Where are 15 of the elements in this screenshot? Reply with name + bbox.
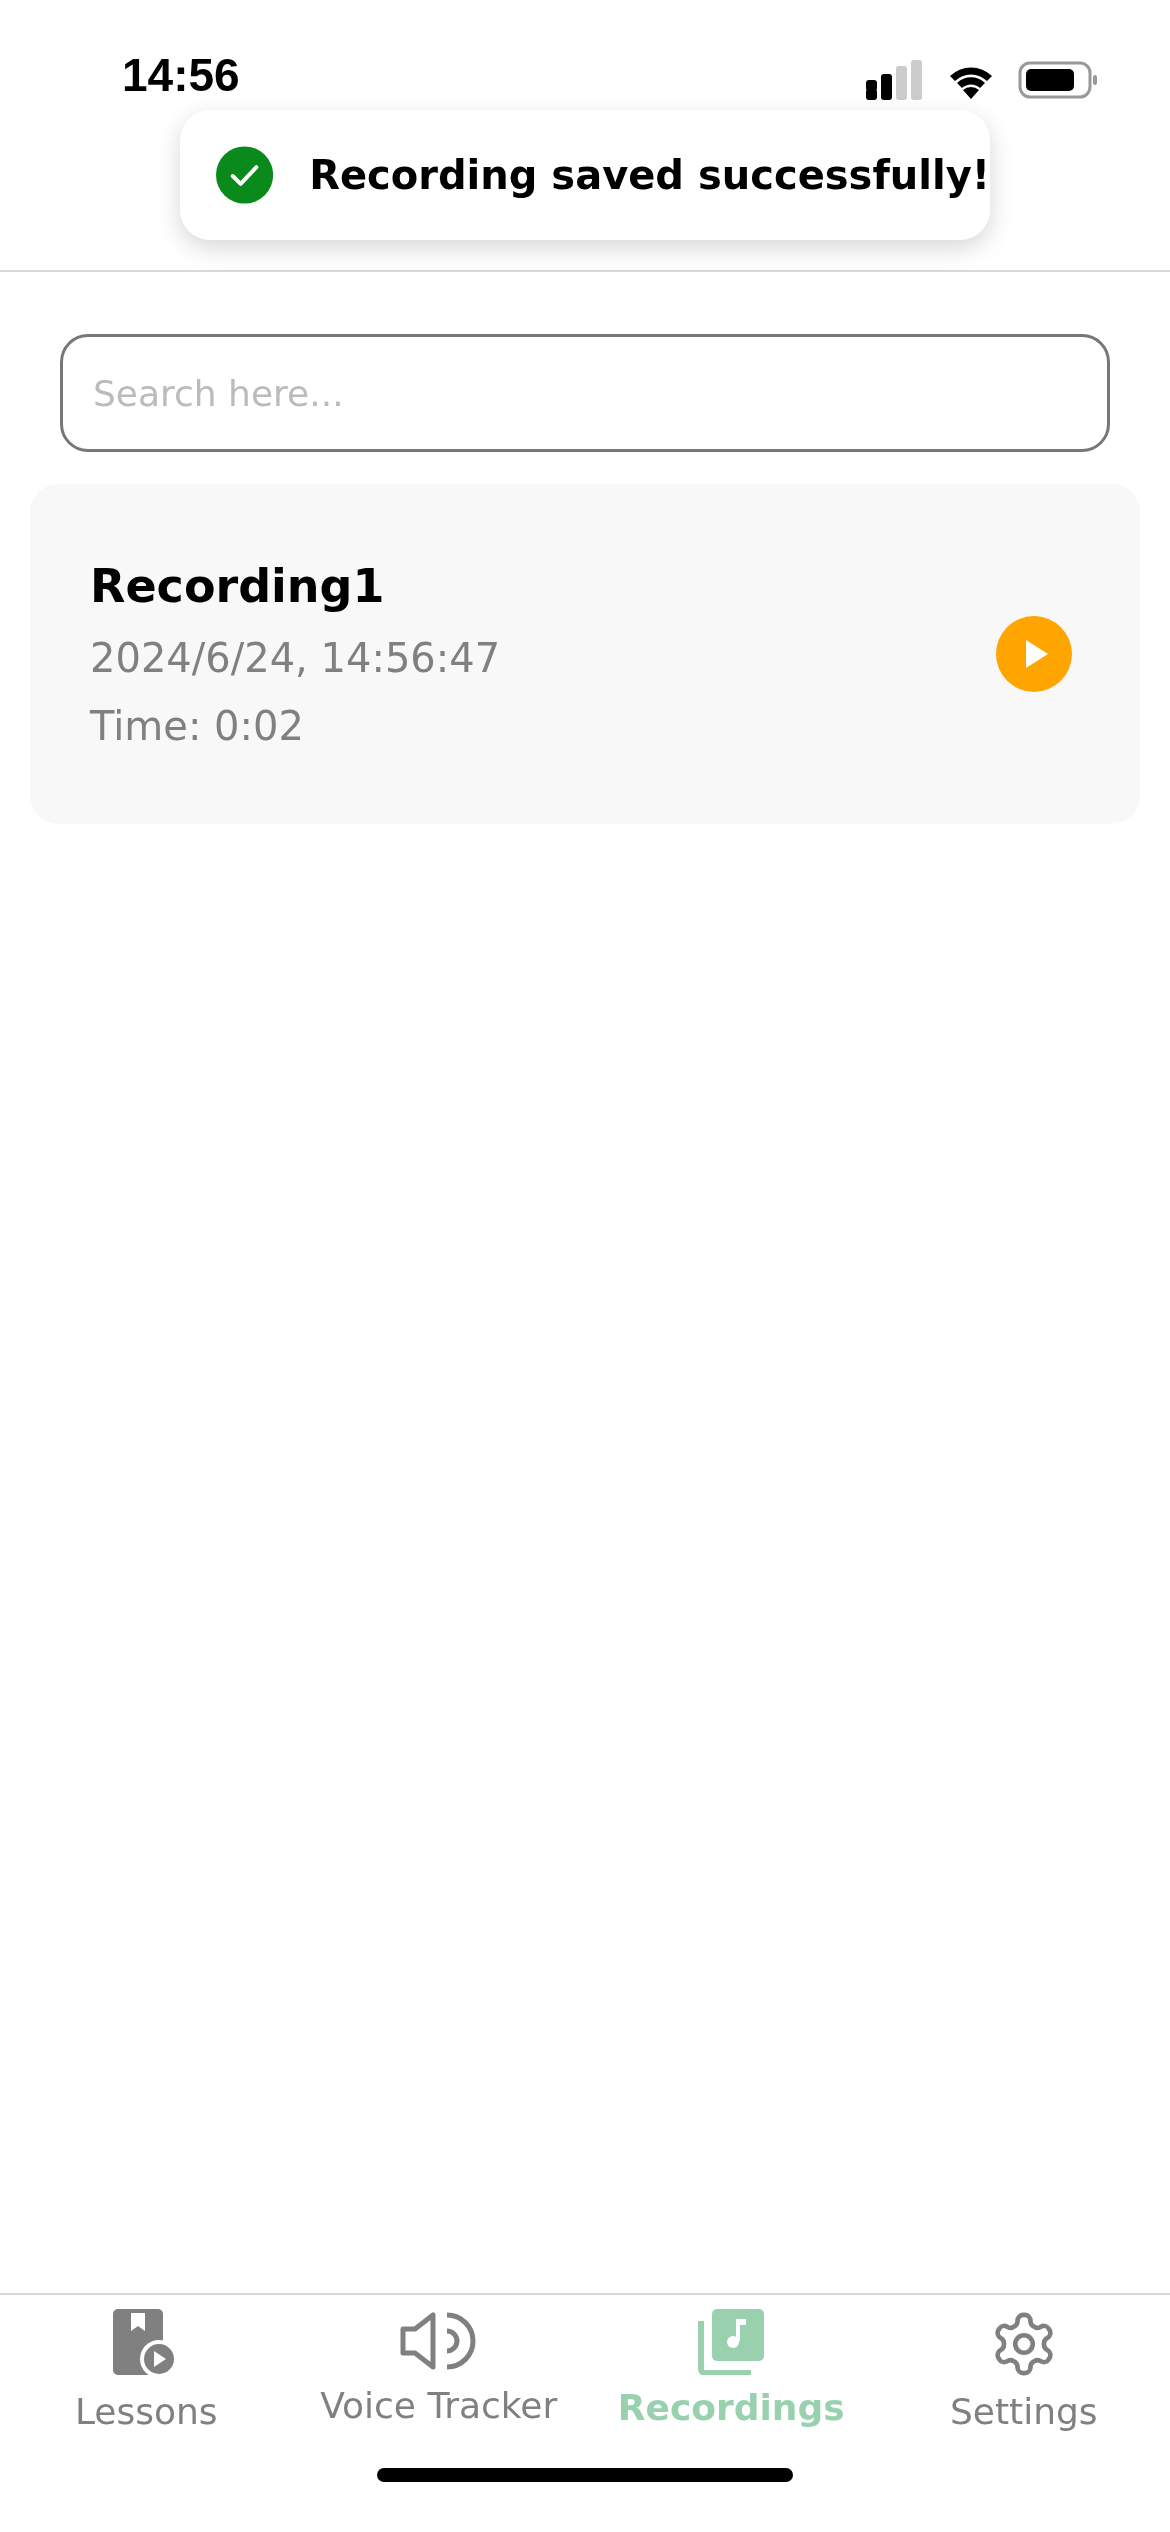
signal-icon [866, 60, 924, 100]
tab-item[interactable]: Voice Tracker [292, 2309, 585, 2432]
search-field[interactable]: Search here... [60, 334, 1110, 452]
recording-date: 2024/6/24, 14:56:47 [90, 635, 501, 681]
recording-title: Recording1 [90, 559, 386, 613]
status-time: 14:56 [122, 48, 240, 102]
battery-icon [1018, 61, 1098, 99]
recording-duration: Time: 0:02 [90, 703, 305, 749]
toast-message: Recording saved successfully! [309, 152, 990, 198]
tab-item[interactable]: Lessons [0, 2309, 293, 2432]
tab-item[interactable]: Settings [877, 2309, 1170, 2432]
check-circle-icon [216, 146, 274, 204]
music-library-icon [698, 2309, 765, 2375]
play-button[interactable] [996, 616, 1072, 692]
recording-card[interactable]: Recording1 2024/6/24, 14:56:47 Time: 0:02 [30, 484, 1140, 824]
